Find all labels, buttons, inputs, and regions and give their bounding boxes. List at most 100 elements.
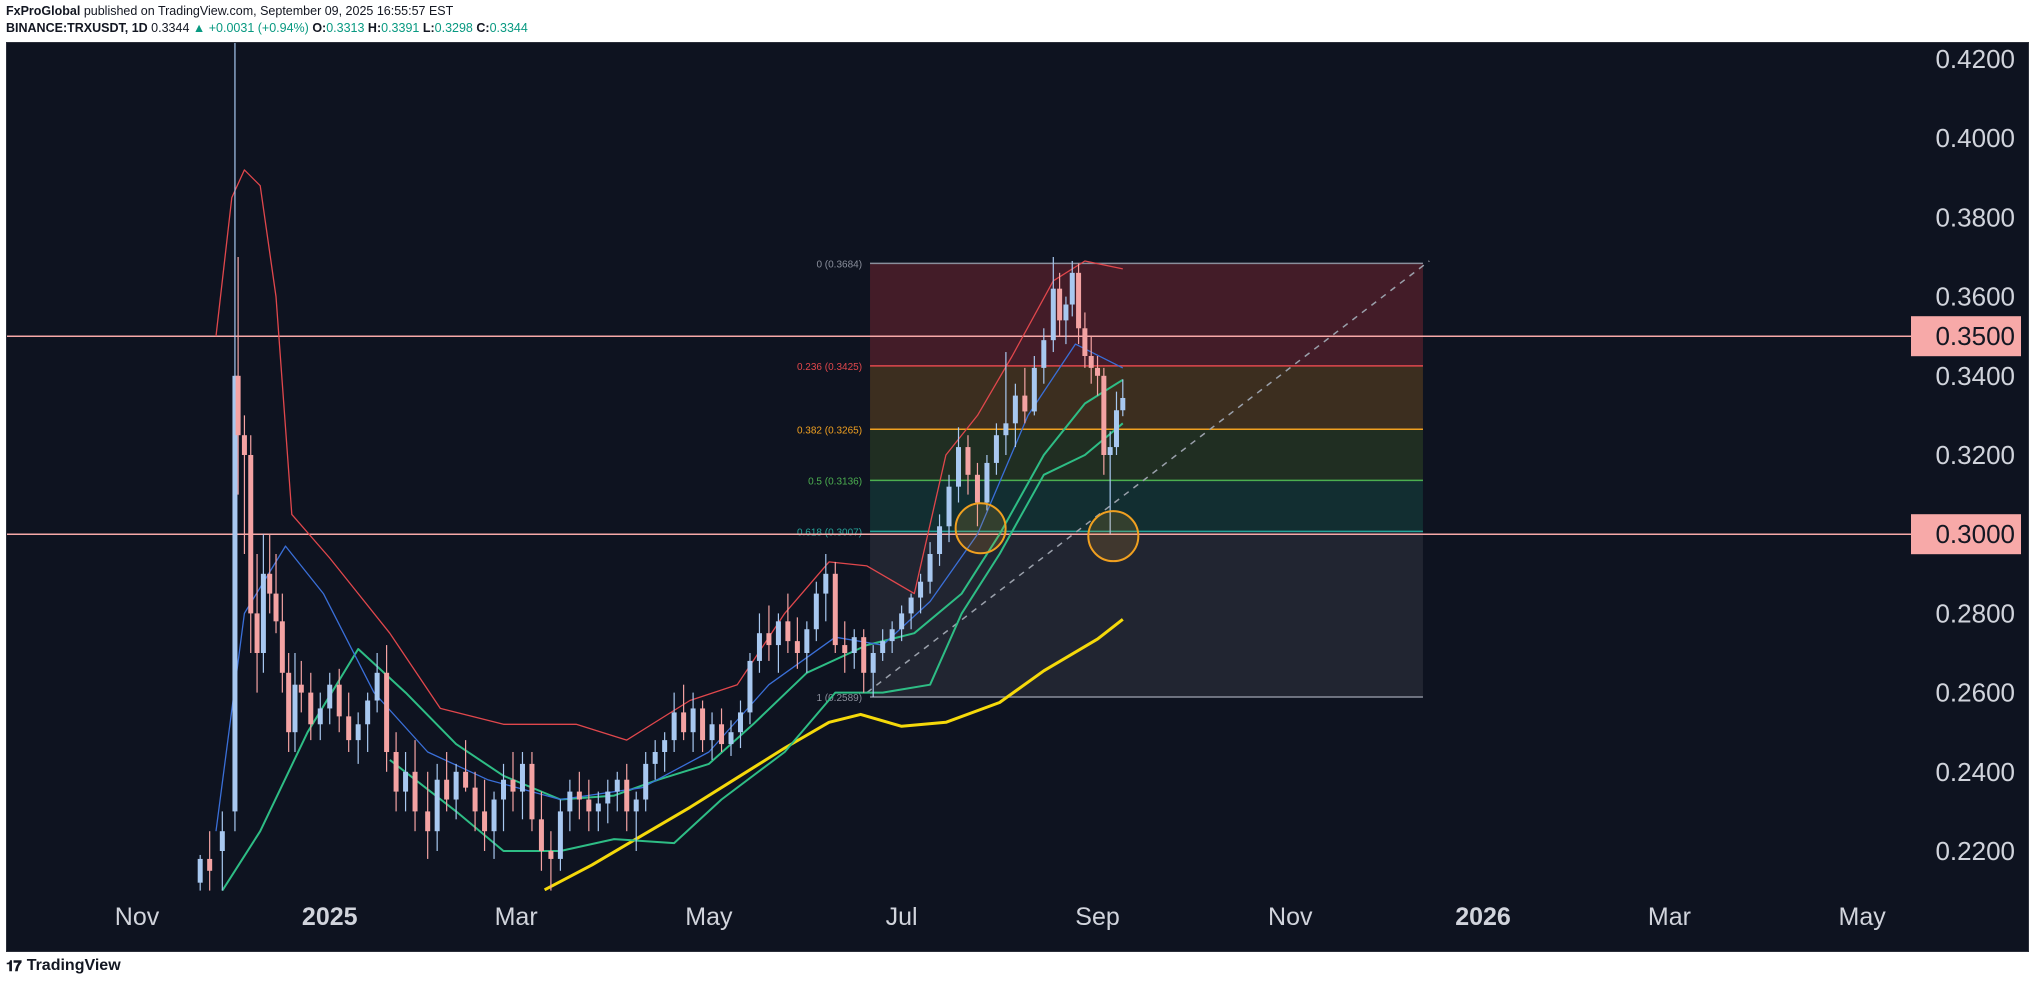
- candle-body: [1012, 395, 1018, 424]
- brand-name: TradingView: [26, 957, 121, 974]
- candle-body: [1003, 423, 1009, 436]
- candle-body: [235, 375, 241, 436]
- candle-body: [529, 763, 535, 820]
- candle-body: [298, 684, 304, 693]
- candle-body: [374, 672, 380, 701]
- candle-body: [937, 526, 943, 554]
- candle-body: [286, 672, 292, 733]
- candle-body: [756, 633, 762, 661]
- candle-body: [1113, 410, 1119, 448]
- candle-body: [510, 779, 516, 792]
- candle-body: [491, 799, 497, 832]
- price-change: +0.0031 (+0.94%): [208, 21, 309, 35]
- x-tick-label: 2026: [1455, 903, 1511, 931]
- fib-level-label: 0.618 (0.3007): [797, 527, 862, 538]
- candle-body: [984, 462, 990, 503]
- candle-body: [1101, 375, 1107, 455]
- x-tick-label: Nov: [1268, 903, 1313, 931]
- candle-body: [207, 858, 213, 871]
- y-tick-label: 0.3800: [1935, 202, 2015, 232]
- candle-body: [823, 573, 829, 594]
- candle-body: [1041, 340, 1047, 368]
- high-label: H:: [367, 21, 382, 35]
- candle-body: [1107, 447, 1113, 455]
- y-tick-label: 0.3600: [1935, 282, 2015, 312]
- candle-body: [279, 621, 285, 673]
- x-tick-label: 2025: [302, 903, 358, 931]
- candle-body: [1022, 395, 1028, 412]
- fib-zone: [870, 480, 1423, 532]
- candle-body: [861, 637, 867, 673]
- fib-level-label: 1 (0.2589): [816, 693, 862, 704]
- candle-body: [842, 645, 848, 653]
- candle-body: [586, 799, 592, 812]
- candle-body: [444, 779, 450, 800]
- price-tag-label: 0.3500: [1935, 321, 2015, 351]
- candle-body: [412, 771, 418, 812]
- y-tick-label: 0.4200: [1935, 44, 2015, 74]
- y-tick-label: 0.2200: [1935, 836, 2015, 866]
- candle-body: [794, 641, 800, 653]
- highlight-circle: [1087, 510, 1140, 563]
- candle-body: [709, 724, 715, 741]
- y-tick-label: 0.3400: [1935, 361, 2015, 391]
- candle-body: [605, 791, 611, 804]
- candle-body: [384, 672, 390, 752]
- open-label: O:: [312, 21, 327, 35]
- candle-body: [880, 641, 886, 653]
- candle-body: [1076, 272, 1082, 329]
- candle-body: [737, 712, 743, 733]
- plot-layer: 0 (0.3684) 0.236 (0.3425) 0.382 (0.3265) 0.…: [7, 43, 1912, 891]
- candle-body: [327, 684, 333, 709]
- candle-body: [785, 621, 791, 642]
- candle-body: [624, 779, 630, 812]
- candle-body: [425, 811, 431, 832]
- candle-body: [614, 779, 620, 792]
- high-value: 0.3391: [381, 21, 420, 35]
- last-price: 0.3344: [151, 21, 190, 35]
- x-tick-label: Jul: [886, 903, 918, 931]
- candle-body: [899, 613, 905, 630]
- fib-level-label: 0.382 (0.3265): [797, 425, 862, 436]
- candle-body: [273, 593, 279, 622]
- candle-body: [482, 811, 488, 832]
- candle-body: [1082, 328, 1088, 356]
- x-tick-label: May: [685, 903, 733, 931]
- candle-body: [501, 779, 507, 800]
- x-tick-label: Mar: [495, 903, 538, 931]
- price-chart[interactable]: 0 (0.3684) 0.236 (0.3425) 0.382 (0.3265) 0.…: [7, 43, 2028, 951]
- symbol-label: BINANCE:TRXUSDT, 1D: [6, 21, 148, 35]
- author-name[interactable]: FxProGlobal: [6, 4, 80, 18]
- candle-body: [232, 375, 238, 812]
- chart-area[interactable]: 0 (0.3684) 0.236 (0.3425) 0.382 (0.3265) 0.…: [6, 42, 2029, 952]
- candle-body: [927, 554, 933, 582]
- y-tick-label: 0.2600: [1935, 678, 2015, 708]
- candle-body: [548, 851, 554, 859]
- candle-body: [260, 573, 266, 653]
- candle-body: [393, 752, 399, 792]
- candle-body: [241, 435, 247, 455]
- candle-body: [336, 684, 342, 717]
- candle-body: [557, 811, 563, 859]
- candle-body: [1050, 288, 1056, 341]
- y-tick-label: 0.2800: [1935, 598, 2015, 628]
- candle-body: [254, 613, 260, 653]
- candle-body: [728, 732, 734, 745]
- tradingview-footer[interactable]: 𝟏𝟕 TradingView: [6, 957, 121, 975]
- highlight-circle: [954, 502, 1007, 555]
- candle-body: [633, 799, 639, 812]
- candle-body: [719, 724, 725, 745]
- candle-body: [662, 740, 668, 752]
- candle-body: [403, 771, 409, 792]
- y-tick-label: 0.4000: [1935, 123, 2015, 153]
- candle-body: [652, 752, 658, 764]
- candle-body: [918, 581, 924, 598]
- candle-body: [946, 486, 952, 527]
- candle-body: [292, 684, 298, 733]
- candle-body: [851, 637, 857, 653]
- candle-body: [355, 724, 361, 741]
- fib-zone: [870, 263, 1423, 366]
- candle-body: [219, 831, 225, 851]
- candle-body: [453, 771, 459, 800]
- up-arrow-icon: ▲: [192, 21, 206, 35]
